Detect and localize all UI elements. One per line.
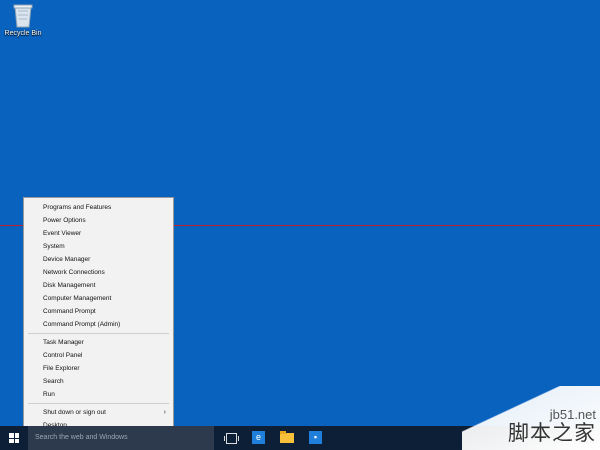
store-icon: ▪ bbox=[309, 431, 322, 444]
file-explorer-button[interactable] bbox=[278, 429, 296, 447]
menu-item-control-panel[interactable]: Control Panel bbox=[24, 349, 173, 362]
menu-item-shut-down-or-sign-out[interactable]: Shut down or sign out › bbox=[24, 406, 173, 419]
store-button[interactable]: ▪ bbox=[307, 429, 325, 447]
recycle-bin-shortcut[interactable]: Recycle Bin bbox=[2, 2, 44, 37]
menu-separator bbox=[28, 403, 169, 404]
menu-item-network-connections[interactable]: Network Connections bbox=[24, 266, 173, 279]
recycle-bin-label: Recycle Bin bbox=[4, 30, 42, 37]
watermark-chinese: 脚本之家 bbox=[508, 422, 596, 445]
menu-item-file-explorer[interactable]: File Explorer bbox=[24, 362, 173, 375]
task-view-button[interactable] bbox=[222, 429, 240, 447]
menu-separator bbox=[28, 333, 169, 334]
menu-item-search[interactable]: Search bbox=[24, 375, 173, 388]
menu-item-run[interactable]: Run bbox=[24, 388, 173, 401]
watermark: jb51.net 脚本之家 bbox=[462, 386, 600, 450]
windows-logo-icon bbox=[9, 433, 19, 443]
task-view-icon bbox=[224, 433, 239, 444]
chevron-right-icon: › bbox=[163, 409, 166, 416]
menu-item-event-viewer[interactable]: Event Viewer bbox=[24, 227, 173, 240]
menu-item-programs-and-features[interactable]: Programs and Features bbox=[24, 201, 173, 214]
menu-item-command-prompt-admin[interactable]: Command Prompt (Admin) bbox=[24, 318, 173, 331]
start-button[interactable] bbox=[0, 426, 28, 450]
menu-item-device-manager[interactable]: Device Manager bbox=[24, 253, 173, 266]
internet-explorer-button[interactable]: e bbox=[250, 429, 268, 447]
menu-item-task-manager[interactable]: Task Manager bbox=[24, 336, 173, 349]
menu-item-label: Shut down or sign out bbox=[43, 409, 106, 416]
menu-item-system[interactable]: System bbox=[24, 240, 173, 253]
quick-link-menu: Programs and Features Power Options Even… bbox=[23, 197, 174, 431]
menu-item-disk-management[interactable]: Disk Management bbox=[24, 279, 173, 292]
menu-item-command-prompt[interactable]: Command Prompt bbox=[24, 305, 173, 318]
search-input[interactable]: Search the web and Windows bbox=[28, 426, 214, 450]
file-explorer-icon bbox=[280, 431, 294, 443]
recycle-bin-icon bbox=[13, 4, 33, 28]
internet-explorer-icon: e bbox=[252, 431, 265, 444]
menu-item-computer-management[interactable]: Computer Management bbox=[24, 292, 173, 305]
menu-item-power-options[interactable]: Power Options bbox=[24, 214, 173, 227]
